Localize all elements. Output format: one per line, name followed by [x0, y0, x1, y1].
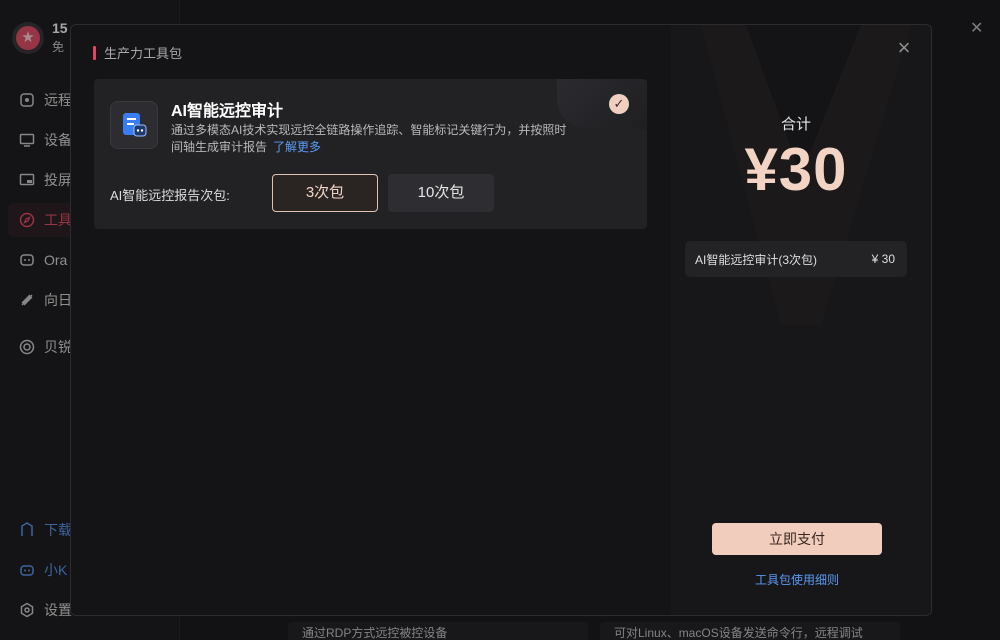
toolkit-modal: 生产力工具包 × ✓ AI智能远控审计 通过多模态AI技术实现远控全链路操作追踪…: [70, 24, 932, 616]
product-name: AI智能远控审计: [171, 103, 284, 120]
pay-now-button[interactable]: 立即支付: [712, 523, 882, 555]
close-icon[interactable]: ×: [893, 37, 915, 59]
audit-report-icon: [110, 101, 158, 149]
header-accent-bar: [93, 45, 96, 60]
line-item-price: ¥ 30: [871, 252, 895, 266]
product-description-text: 通过多模态AI技术实现远控全链路操作追踪、智能标记关键行为，并按照时间轴生成审计…: [171, 123, 567, 154]
package-option-3[interactable]: 3次包: [272, 174, 378, 212]
check-icon[interactable]: ✓: [609, 94, 629, 114]
total-label: 合计: [780, 116, 811, 133]
modal-header: 生产力工具包: [93, 43, 182, 62]
package-option-10[interactable]: 10次包: [388, 174, 494, 212]
line-item-name: AI智能远控审计(3次包): [695, 252, 818, 267]
app-window: ★ 15 免 远程 设备 投屏 工具 Ora 向日 贝锐 下载 小K 设置 ✕ …: [0, 0, 1000, 640]
product-card[interactable]: ✓ AI智能远控审计 通过多模态AI技术实现远控全链路操作追踪、智能标记关键行为…: [94, 79, 647, 229]
modal-title: 生产力工具包: [104, 46, 183, 61]
order-line-item: AI智能远控审计(3次包) ¥ 30: [685, 241, 907, 277]
total-price: ¥30: [744, 136, 848, 203]
product-description: 通过多模态AI技术实现远控全链路操作追踪、智能标记关键行为，并按照时间轴生成审计…: [171, 122, 571, 156]
learn-more-link[interactable]: 了解更多: [273, 140, 321, 154]
package-label: AI智能远控报告次包:: [110, 188, 230, 203]
usage-rules-link[interactable]: 工具包使用细则: [712, 571, 882, 588]
